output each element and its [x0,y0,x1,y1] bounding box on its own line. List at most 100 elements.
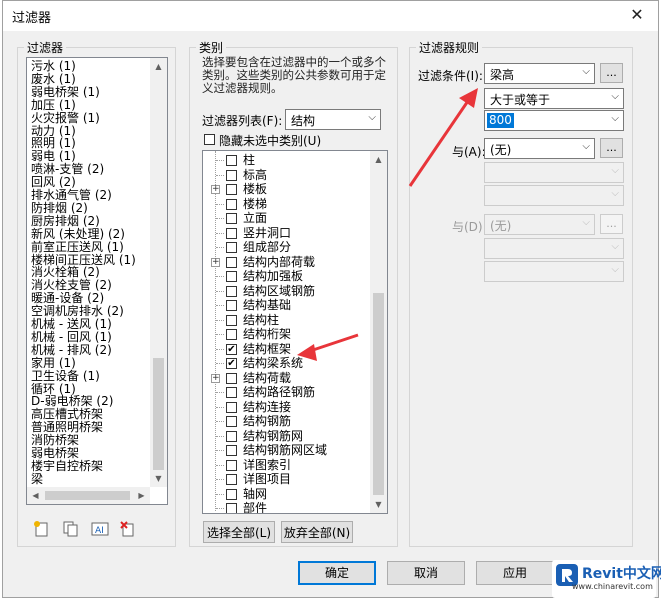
category-checkbox[interactable]: ✔ [226,358,237,369]
category-checkbox[interactable] [226,445,237,456]
rename-filter-icon[interactable]: AI [91,520,109,538]
category-label[interactable]: 结构梁系统 [243,356,303,370]
category-checkbox[interactable] [226,184,237,195]
delete-filter-icon[interactable] [119,520,137,538]
tree-branch-line [216,218,224,219]
and1-browse-button[interactable]: ... [600,138,623,158]
category-label[interactable]: 结构内部荷载 [243,255,315,269]
hide-unchecked-checkbox[interactable] [204,134,215,145]
cancel-button[interactable]: 取消 [387,561,465,585]
category-label[interactable]: 柱 [243,153,255,167]
category-checkbox[interactable] [226,430,237,442]
filter-list-item[interactable]: 加压 (1) [31,98,76,112]
filter-list-item[interactable]: 前室正压送风 (1) [31,240,124,254]
tree-expand-icon[interactable]: + [211,257,220,267]
filters-hscrollbar[interactable]: ◀ ▶ [27,487,150,504]
category-checkbox[interactable] [226,169,237,181]
filter-list-item[interactable]: 家用 (1) [31,356,76,370]
category-checkbox[interactable]: ✔ [226,343,237,355]
filter-list-item[interactable]: 新风 (未处理) (2) [31,227,125,241]
select-all-button[interactable]: 选择全部(L) [203,521,275,543]
category-label[interactable]: 结构加强板 [243,269,303,283]
filter-list-item[interactable]: 楼宇自控桥架 [31,459,103,473]
filter-list-item[interactable]: 卫生设备 (1) [31,369,100,383]
category-checkbox[interactable] [226,372,237,384]
filter-list-item[interactable]: 梁 [31,472,43,486]
filter-list-dropdown[interactable]: 结构 ⌵ [285,109,381,130]
filter-list-item[interactable]: 废水 (1) [31,72,76,86]
operator-dropdown[interactable]: 大于或等于 ⌵ [484,88,624,109]
deselect-all-button[interactable]: 放弃全部(N) [281,521,353,543]
duplicate-filter-icon[interactable] [62,520,80,538]
scroll-right-icon[interactable]: ▶ [133,487,150,504]
close-icon[interactable]: ✕ [626,5,648,25]
filters-vscrollbar[interactable]: ▲ ▼ [150,58,167,487]
category-checkbox[interactable] [226,213,237,224]
category-checkbox[interactable] [226,285,237,297]
category-label[interactable]: 结构框架 [243,342,291,356]
category-checkbox[interactable] [226,387,237,398]
scroll-thumb[interactable] [373,293,384,495]
category-label[interactable]: 结构荷载 [243,371,291,385]
category-checkbox[interactable] [226,242,237,253]
category-checkbox[interactable] [226,155,237,166]
filter-list-item[interactable]: 弱电桥架 (1) [31,85,100,99]
category-checkbox[interactable] [226,198,237,210]
parameter-browse-button[interactable]: ... [600,63,623,83]
parameter-dropdown[interactable]: 梁高 ⌵ [484,63,595,84]
rule-value-field[interactable]: 800 ⌵ [484,110,624,131]
category-checkbox[interactable] [226,300,237,311]
category-checkbox[interactable] [226,271,237,282]
category-checkbox[interactable] [226,401,237,413]
category-tree[interactable]: 柱标高 + 楼板 楼梯 立面 竖井洞口 组成部分 + 结构内部荷载 结构加强板 结构区域钢筋 结构基础… [202,150,388,514]
category-label[interactable]: 楼梯 [243,197,267,211]
hscroll-thumb[interactable] [45,491,130,500]
scroll-up-icon[interactable]: ▲ [370,151,387,168]
category-label[interactable]: 组成部分 [243,240,291,254]
category-checkbox[interactable] [226,256,237,268]
filter-list-item[interactable]: 火灾报警 (1) [31,111,100,125]
tree-expand-icon[interactable]: + [211,373,220,383]
category-label[interactable]: 结构基础 [243,298,291,312]
ok-button[interactable]: 确定 [298,561,376,585]
scroll-down-icon[interactable]: ▼ [370,496,387,513]
category-label[interactable]: 结构区域钢筋 [243,284,315,298]
category-label[interactable]: 结构钢筋 [243,414,291,428]
new-filter-icon[interactable] [33,520,51,538]
scroll-up-icon[interactable]: ▲ [150,58,167,75]
category-checkbox[interactable] [226,227,237,239]
category-label[interactable]: 结构连接 [243,400,291,414]
category-label[interactable]: 详图索引 [243,458,291,472]
filter-list-item[interactable]: 机械 - 排风 (2) [31,343,112,357]
category-label[interactable]: 结构钢筋网区域 [243,443,327,457]
scroll-down-icon[interactable]: ▼ [150,470,167,487]
tree-expand-icon[interactable]: + [211,185,220,194]
category-label[interactable]: 详图项目 [243,472,291,486]
category-label[interactable]: 轴网 [243,487,267,501]
and1-parameter-dropdown[interactable]: (无) ⌵ [484,138,595,159]
category-checkbox[interactable] [226,329,237,340]
scroll-thumb[interactable] [153,358,164,470]
category-label[interactable]: 楼板 [243,182,267,196]
scroll-left-icon[interactable]: ◀ [27,487,44,504]
filter-list-item[interactable]: 厨房排烟 (2) [31,214,100,228]
category-label[interactable]: 结构柱 [243,313,279,327]
category-vscrollbar[interactable]: ▲ ▼ [370,151,387,513]
category-checkbox[interactable] [226,416,237,427]
category-checkbox[interactable] [226,474,237,485]
category-checkbox[interactable] [226,459,237,471]
filters-list[interactable]: 污水 (1) 废水 (1) 弱电桥架 (1) 加压 (1) 火灾报警 (1) 动力 (1)… [26,57,168,505]
category-checkbox[interactable] [226,314,237,326]
apply-button[interactable]: 应用 [476,561,554,585]
category-label[interactable]: 竖井洞口 [243,226,291,240]
category-label[interactable]: 立面 [243,211,267,225]
filter-list-item[interactable]: 防排烟 (2) [31,201,88,215]
category-label[interactable]: 标高 [243,168,267,182]
category-checkbox[interactable] [226,503,237,513]
category-label[interactable]: 结构桁架 [243,327,291,341]
category-checkbox[interactable] [226,488,237,500]
category-label[interactable]: 部件 [243,501,267,513]
category-label[interactable]: 结构钢筋网 [243,429,303,443]
category-label[interactable]: 结构路径钢筋 [243,385,315,399]
filter-list-item[interactable]: 机械 - 回风 (1) [31,330,112,344]
